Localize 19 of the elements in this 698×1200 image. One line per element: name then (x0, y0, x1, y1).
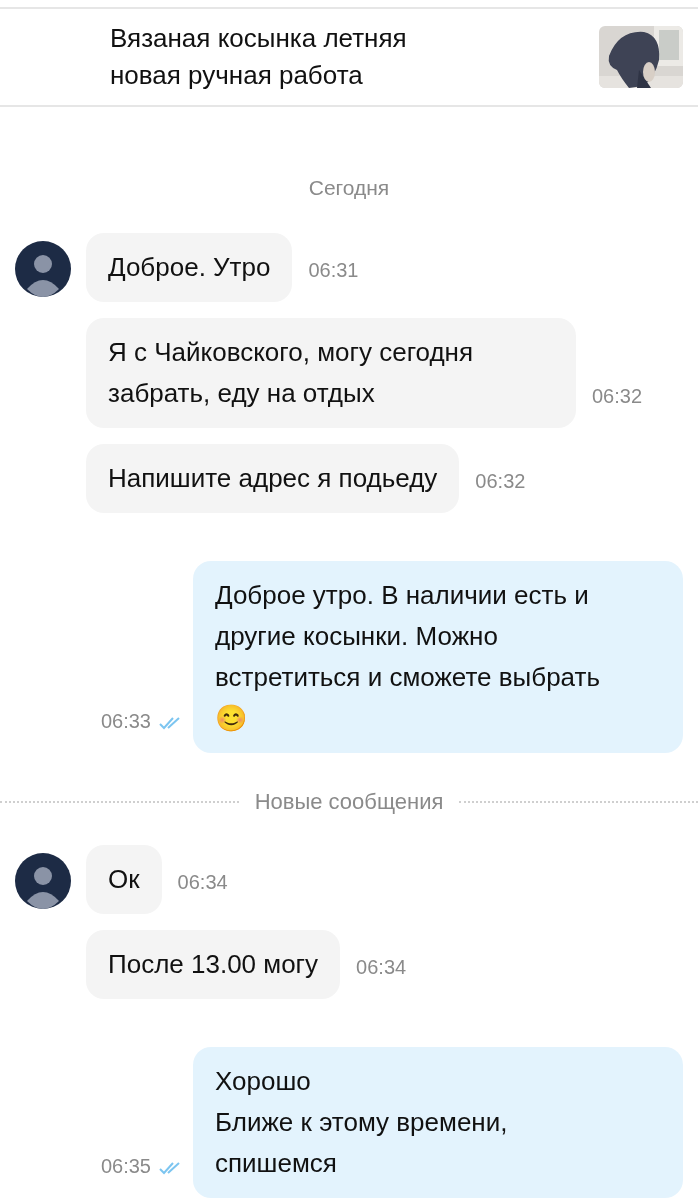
message-bubble: Напишите адрес я подьеду (86, 444, 460, 513)
message-time: 06:34 (356, 956, 407, 980)
listing-title[interactable]: Вязаная косынка летняя новая ручная работа (110, 20, 599, 94)
message-time: 06:31 (308, 259, 359, 283)
message-time: 06:34 (177, 871, 228, 895)
message-bubble: Доброе. Утро (86, 233, 293, 302)
avatar[interactable] (15, 241, 71, 297)
message-bubble: Я с Чайковского, могу сегодня забрать, еду на отдых (86, 318, 576, 428)
message-bubble: Хорошо Ближе к этому времени, спишемся (193, 1047, 683, 1198)
message-bubble: Доброе утро. В наличии есть и другие косынки. Можно встретиться и сможете выбрать 😊 (193, 561, 683, 753)
avatar[interactable] (15, 853, 71, 909)
message-bubble: После 13.00 могу (86, 930, 341, 999)
date-label: Сегодня (308, 176, 390, 200)
message-time: 06:35 (100, 1155, 151, 1179)
new-messages-label: Новые сообщения (254, 789, 444, 815)
message-bubble: Ок (86, 845, 162, 914)
message-time: 06:32 (475, 470, 526, 494)
message-time: 06:33 (100, 710, 151, 734)
message-time: 06:32 (592, 385, 643, 409)
